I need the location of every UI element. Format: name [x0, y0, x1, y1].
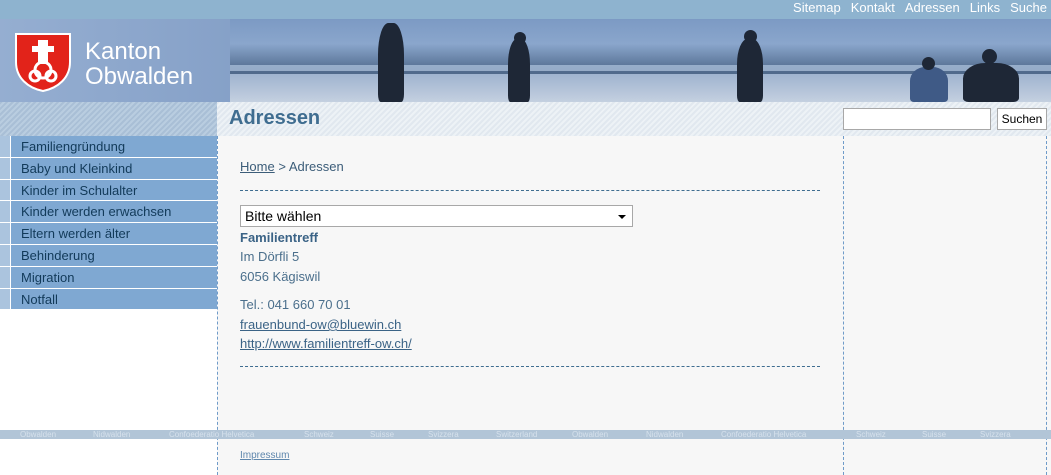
sidebar-item-label: Baby und Kleinkind [21, 160, 133, 176]
stripe-text: Nidwalden [646, 430, 684, 439]
sidebar-item-label: Kinder im Schulalter [21, 182, 138, 198]
search-input[interactable] [843, 108, 991, 130]
stripe-text: Confoederatio Helvetica [169, 430, 255, 439]
header-photo [230, 19, 1051, 102]
sidebar-item-label: Familiengründung [21, 139, 126, 154]
canton-crest-icon [15, 33, 71, 92]
impressum-link[interactable]: Impressum [240, 450, 289, 461]
breadcrumb-separator: > [278, 159, 286, 174]
stripe-text: Svizzera [428, 430, 459, 439]
topnav-adressen[interactable]: Adressen [905, 0, 960, 19]
sidebar-item-familiengruendung[interactable]: Familiengründung [0, 136, 217, 158]
address-email-link[interactable]: frauenbund-ow@bluewin.ch [240, 317, 401, 332]
sidebar-item-label: Eltern werden älter [21, 226, 131, 242]
topnav-sitemap[interactable]: Sitemap [793, 0, 841, 19]
sidebar-header [0, 102, 217, 136]
page-title: Adressen [229, 107, 321, 129]
breadcrumb: Home > Adressen [240, 159, 344, 174]
sidebar-item-notfall[interactable]: Notfall [0, 288, 217, 311]
brand-name: Kanton Obwalden [85, 39, 193, 89]
site-header: Kanton Obwalden [0, 19, 1051, 102]
sidebar-item-marker [0, 244, 11, 266]
photo-person [910, 67, 948, 102]
stripe-text: Switzerland [496, 430, 538, 439]
sidebar-item-label: Notfall [21, 291, 58, 307]
topnav-suche[interactable]: Suche [1010, 0, 1047, 19]
logo-link[interactable]: Kanton Obwalden [0, 19, 230, 102]
photo-person-head [982, 49, 997, 64]
sidebar-item-migration[interactable]: Migration [0, 266, 217, 289]
address-website-row: http://www.familientreff-ow.ch/ [240, 336, 412, 351]
photo-person-head [922, 57, 935, 70]
sidebar-item-label: Migration [21, 269, 75, 285]
sidebar-item-marker [0, 201, 11, 223]
sidebar-item-marker [0, 223, 11, 244]
sidebar-item-marker [0, 288, 11, 310]
stripe-text: Confoederatio Helvetica [721, 430, 807, 439]
address-city: 6056 Kägiswil [240, 269, 321, 284]
address-email-row: frauenbund-ow@bluewin.ch [240, 317, 401, 332]
breadcrumb-home-link[interactable]: Home [240, 159, 275, 174]
sidebar-item-marker [0, 157, 11, 179]
stripe-text: Obwalden [20, 430, 57, 439]
photo-person-head [514, 32, 526, 44]
stripe-text: Svizzera [980, 430, 1011, 439]
photo-person-head [744, 30, 757, 43]
sidebar-item-behinderung[interactable]: Behinderung [0, 244, 217, 267]
sidebar-item-kinder-im-schulalter[interactable]: Kinder im Schulalter [0, 179, 217, 202]
photo-person [963, 63, 1019, 102]
stripe-text: Schweiz [856, 430, 886, 439]
select-value: Bitte wählen [245, 208, 322, 224]
search-button[interactable]: Suchen [997, 108, 1047, 130]
stripe-text: Schweiz [304, 430, 334, 439]
divider [240, 190, 820, 191]
sidebar-item-eltern-werden-aelter[interactable]: Eltern werden älter [0, 223, 217, 245]
top-navigation: Sitemap Kontakt Adressen Links Suche [793, 0, 1047, 19]
brand-line-1: Kanton [85, 38, 162, 65]
sidebar-item-baby-und-kleinkind[interactable]: Baby und Kleinkind [0, 157, 217, 180]
photo-person [737, 39, 763, 102]
stripe-text: Nidwalden [93, 430, 131, 439]
sidebar-item-marker [0, 266, 11, 288]
divider [240, 366, 820, 367]
address-category-select[interactable]: Bitte wählen [240, 205, 633, 227]
photo-person [508, 39, 530, 102]
sidebar-item-label: Kinder werden erwachsen [21, 204, 172, 220]
address-name: Familientreff [240, 230, 319, 245]
footer-stripe: Obwalden Nidwalden Confoederatio Helveti… [0, 430, 1051, 439]
sidebar-item-marker [0, 179, 11, 201]
address-website-link[interactable]: http://www.familientreff-ow.ch/ [240, 336, 412, 351]
address-phone: Tel.: 041 660 70 01 [240, 297, 351, 312]
breadcrumb-current: Adressen [288, 159, 344, 174]
right-column [843, 136, 1051, 475]
chevron-down-icon [618, 215, 626, 219]
stripe-text: Suisse [370, 430, 395, 439]
top-bar: Sitemap Kontakt Adressen Links Suche [0, 0, 1051, 19]
sidebar-item-label: Behinderung [21, 247, 95, 263]
address-street: Im Dörfli 5 [240, 249, 300, 264]
photo-person [378, 23, 404, 102]
brand-line-2: Obwalden [85, 63, 194, 90]
right-column-border [1046, 136, 1047, 475]
sidebar-item-marker [0, 136, 11, 157]
topnav-kontakt[interactable]: Kontakt [851, 0, 895, 19]
topnav-links[interactable]: Links [970, 0, 1000, 19]
stripe-text: Suisse [922, 430, 947, 439]
stripe-text: Obwalden [572, 430, 609, 439]
sidebar-navigation: Familiengründung Baby und Kleinkind Kind… [0, 136, 217, 311]
sidebar-item-kinder-werden-erwachsen[interactable]: Kinder werden erwachsen [0, 201, 217, 224]
